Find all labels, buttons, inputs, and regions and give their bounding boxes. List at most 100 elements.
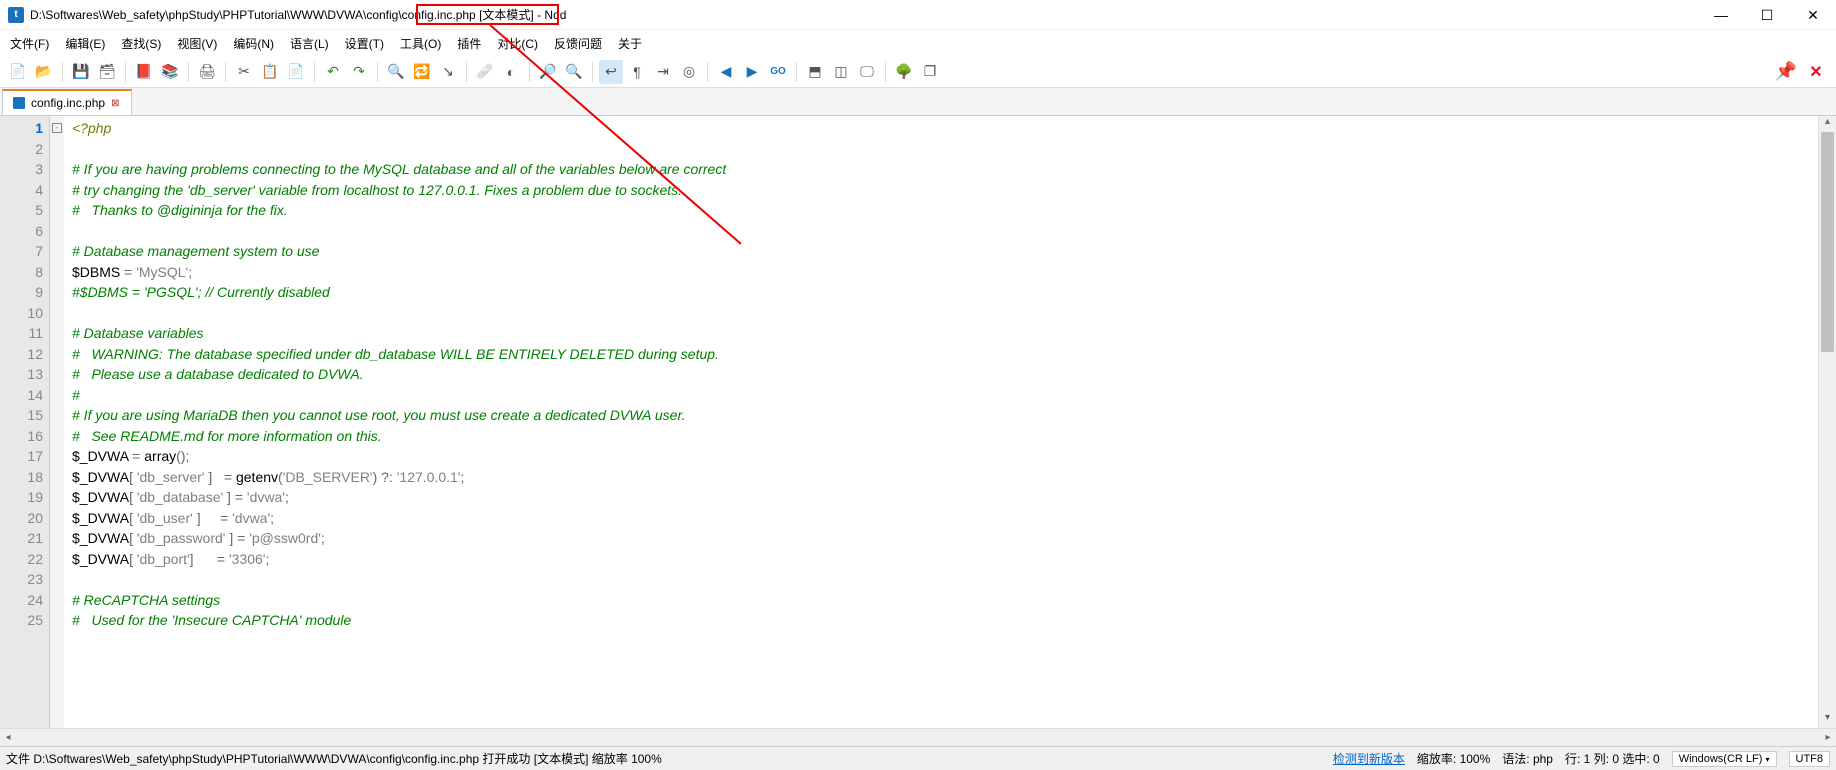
code-line: $_DVWA[ 'db_password' ] = 'p@ssw0rd'; (72, 528, 1810, 549)
split-v-icon[interactable]: ◫ (829, 60, 853, 84)
paste-icon[interactable]: 📄 (284, 60, 308, 84)
code-line: # WARNING: The database specified under … (72, 344, 1810, 365)
close-all-icon[interactable]: 📚 (158, 60, 182, 84)
scroll-right-arrow-icon[interactable]: ▸ (1820, 729, 1836, 746)
eraser-grey-icon[interactable]: ◐ (499, 60, 523, 84)
status-encoding[interactable]: UTF8 (1789, 751, 1831, 767)
toolbar-separator (125, 62, 126, 82)
line-number: 13 (0, 364, 43, 385)
close-tab-icon[interactable]: 📕 (132, 60, 156, 84)
status-eol[interactable]: Windows(CR LF) ▾ (1672, 751, 1777, 767)
line-number: 3 (0, 159, 43, 180)
line-number: 23 (0, 569, 43, 590)
toolbar-separator (592, 62, 593, 82)
zoom-in-icon[interactable]: 🔎 (536, 60, 560, 84)
menu-设置[interactable]: 设置(T) (339, 33, 390, 54)
line-number: 11 (0, 323, 43, 344)
open-file-icon[interactable]: 📂 (32, 60, 56, 84)
menu-文件[interactable]: 文件(F) (4, 33, 55, 54)
menu-对比[interactable]: 对比(C) (491, 33, 544, 54)
menu-关于[interactable]: 关于 (612, 33, 648, 54)
copy-icon[interactable]: 📋 (258, 60, 282, 84)
line-number: 24 (0, 590, 43, 611)
replace-icon[interactable]: 🔁 (410, 60, 434, 84)
save-all-icon[interactable]: 🗃 (95, 60, 119, 84)
code-content[interactable]: <?php # If you are having problems conne… (64, 116, 1818, 728)
menu-编辑[interactable]: 编辑(E) (59, 33, 111, 54)
line-number: 10 (0, 303, 43, 324)
zoom-out-icon[interactable]: 🔍 (562, 60, 586, 84)
goto-icon[interactable]: ↘ (436, 60, 460, 84)
window-controls: — ☐ ✕ (1698, 0, 1836, 30)
line-number: 12 (0, 344, 43, 365)
save-icon[interactable]: 💾 (69, 60, 93, 84)
tab-close-icon[interactable]: ⊠ (111, 98, 121, 108)
undo-icon[interactable]: ↶ (321, 60, 345, 84)
horizontal-scrollbar[interactable]: ◂ ▸ (0, 728, 1836, 746)
code-line (72, 303, 1810, 324)
status-zoom: 缩放率: 100% (1417, 750, 1490, 767)
minimize-button[interactable]: — (1698, 0, 1744, 30)
menu-查找[interactable]: 查找(S) (115, 33, 167, 54)
new-file-icon[interactable]: 📄 (6, 60, 30, 84)
vertical-scrollbar[interactable]: ▴ ▾ (1818, 116, 1836, 728)
tree-icon[interactable]: 🌳 (892, 60, 916, 84)
line-number: 20 (0, 508, 43, 529)
toolbar-separator (796, 62, 797, 82)
line-number: 4 (0, 180, 43, 201)
line-number-gutter: 1234567891011121314151617181920212223242… (0, 116, 50, 728)
code-line: # (72, 385, 1810, 406)
menu-视图[interactable]: 视图(V) (171, 33, 223, 54)
menu-编码[interactable]: 编码(N) (227, 33, 280, 54)
line-number: 19 (0, 487, 43, 508)
code-line: $_DVWA[ 'db_server' ] = getenv('DB_SERVE… (72, 467, 1810, 488)
tab-config-inc-php[interactable]: config.inc.php ⊠ (2, 89, 132, 115)
arrow-right-icon[interactable]: ▶ (740, 60, 764, 84)
line-number: 18 (0, 467, 43, 488)
code-line: # See README.md for more information on … (72, 426, 1810, 447)
line-number: 6 (0, 221, 43, 242)
status-position: 行: 1 列: 0 选中: 0 (1565, 750, 1660, 767)
indent-icon[interactable]: ⇥ (651, 60, 675, 84)
toolbar-separator (529, 62, 530, 82)
menubar: 文件(F)编辑(E)查找(S)视图(V)编码(N)语言(L)设置(T)工具(O)… (0, 30, 1836, 56)
tab-label: config.inc.php (31, 96, 105, 110)
update-available-link[interactable]: 检测到新版本 (1333, 750, 1405, 767)
monitor-icon[interactable]: 🖵 (855, 60, 879, 84)
wrap-lines-icon[interactable]: ↩ (599, 60, 623, 84)
scroll-thumb[interactable] (1821, 132, 1834, 352)
redo-icon[interactable]: ↷ (347, 60, 371, 84)
close-window-button[interactable]: ✕ (1790, 0, 1836, 30)
editor-area: 1234567891011121314151617181920212223242… (0, 116, 1836, 728)
arrow-left-icon[interactable]: ◀ (714, 60, 738, 84)
menu-反馈问题[interactable]: 反馈问题 (548, 33, 608, 54)
scroll-up-arrow-icon[interactable]: ▴ (1819, 116, 1836, 132)
fold-toggle-icon[interactable]: - (52, 123, 62, 133)
line-number: 22 (0, 549, 43, 570)
code-line: $_DVWA[ 'db_database' ] = 'dvwa'; (72, 487, 1810, 508)
menu-插件[interactable]: 插件 (451, 33, 487, 54)
menu-工具[interactable]: 工具(O) (394, 33, 447, 54)
pin-icon[interactable]: 📌 (1774, 60, 1798, 84)
line-number: 25 (0, 610, 43, 631)
target-icon[interactable]: ◎ (677, 60, 701, 84)
find-icon[interactable]: 🔍 (384, 60, 408, 84)
cut-icon[interactable]: ✂ (232, 60, 256, 84)
toolbar-separator (885, 62, 886, 82)
menu-语言[interactable]: 语言(L) (284, 33, 335, 54)
window-icon[interactable]: ❐ (918, 60, 942, 84)
eraser-red-icon[interactable]: 🩹 (473, 60, 497, 84)
code-line: $DBMS = 'MySQL'; (72, 262, 1810, 283)
split-h-icon[interactable]: ⬒ (803, 60, 827, 84)
go-icon[interactable]: GO (766, 60, 790, 84)
print-icon[interactable]: 🖨 (195, 60, 219, 84)
close-toolbar-icon[interactable]: ✕ (1804, 60, 1828, 84)
line-number: 5 (0, 200, 43, 221)
code-line: <?php (72, 118, 1810, 139)
maximize-button[interactable]: ☐ (1744, 0, 1790, 30)
code-line: # If you are having problems connecting … (72, 159, 1810, 180)
pilcrow-icon[interactable]: ¶ (625, 60, 649, 84)
scroll-left-arrow-icon[interactable]: ◂ (0, 729, 16, 746)
toolbar: 📄📂💾🗃📕📚🖨✂📋📄↶↷🔍🔁↘🩹◐🔎🔍↩¶⇥◎◀▶GO⬒◫🖵🌳❐ 📌 ✕ (0, 56, 1836, 88)
scroll-down-arrow-icon[interactable]: ▾ (1819, 712, 1836, 728)
